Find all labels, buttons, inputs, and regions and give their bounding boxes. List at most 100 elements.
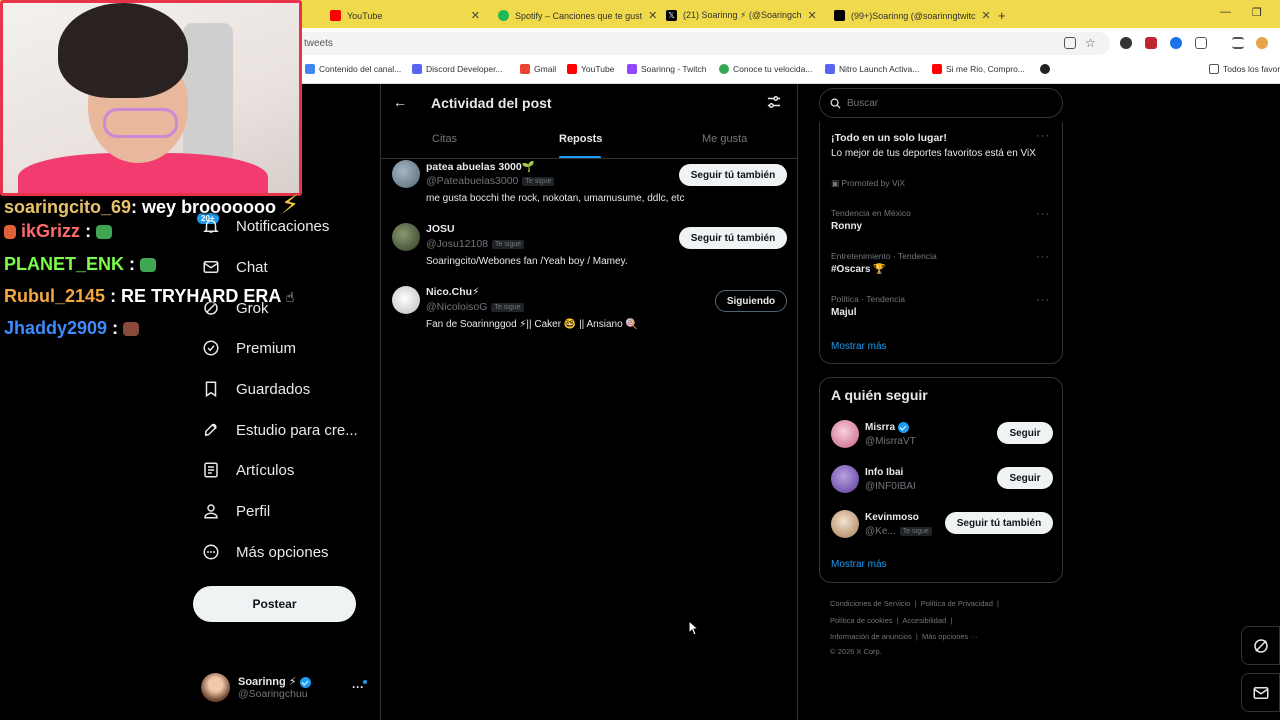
search-input[interactable]: Buscar <box>819 88 1063 118</box>
user-name: Misrra <box>865 422 896 433</box>
follows-you-badge: Te sigue <box>491 302 524 312</box>
follow-button[interactable]: Seguir <box>997 467 1053 489</box>
account-switcher[interactable]: Soarinng ⚡ @Soaringchuu <box>201 673 311 702</box>
user-row[interactable]: Nico.Chu⚡ @NicoloisoG Te sigue Fan de Soa… <box>381 286 797 346</box>
profile-icon[interactable] <box>1256 37 1268 49</box>
install-icon[interactable] <box>1064 37 1076 49</box>
footer-link[interactable]: Información de anuncios <box>830 632 912 641</box>
user-name: JOSU <box>426 223 455 235</box>
tab-tiktok[interactable]: (99+)Soarinng (@soarinngtwitc ✕ <box>826 3 992 28</box>
stream-chat-line: Rubul_2145 : RE TRYHARD ERA ☝ <box>4 286 294 307</box>
tab-spotify[interactable]: Spotify – Canciones que te gust ✕ <box>490 3 656 28</box>
trend-title[interactable]: #Oscars 🏆 <box>831 264 886 275</box>
tab-x-soarinng[interactable]: 𝕏 (21) Soarinng ⚡ (@Soaringch ✕ <box>658 3 824 28</box>
close-icon[interactable]: ✕ <box>648 9 656 22</box>
show-more-link[interactable]: Mostrar más <box>831 559 887 570</box>
folder-icon <box>1209 64 1219 74</box>
user-row[interactable]: patea abuelas 3000🌱 @Pateabuelas3000 Te s… <box>381 160 797 220</box>
promo-text: Lo mejor de tus deportes favoritos está … <box>831 148 1036 159</box>
nav-mas-opciones[interactable]: Más opciones <box>202 543 329 561</box>
footer-link[interactable]: Política de Privacidad <box>921 599 993 608</box>
show-more-link[interactable]: Mostrar más <box>831 341 887 352</box>
footer-link[interactable]: Más opciones ··· <box>922 632 978 641</box>
trend-title[interactable]: Ronny <box>831 221 862 232</box>
emote-icon <box>96 225 113 240</box>
promo-title[interactable]: ¡Todo en un solo lugar! <box>831 132 947 144</box>
bookmark[interactable]: Discord Developer... <box>412 64 503 74</box>
nav-articulos[interactable]: Artículos <box>202 461 294 479</box>
nav-guardados[interactable]: Guardados <box>202 380 310 398</box>
tab-me-gusta[interactable]: Me gusta <box>702 133 747 145</box>
menu-icon[interactable] <box>1232 37 1244 49</box>
account-name: Soarinng ⚡ <box>238 676 297 688</box>
star-icon[interactable]: ☆ <box>1085 37 1097 49</box>
following-button[interactable]: Siguiendo <box>715 290 787 312</box>
more-icon[interactable]: ··· <box>1036 130 1050 142</box>
suggested-user[interactable]: Misrra @MisrraVT Seguir <box>831 420 1053 452</box>
tab-citas[interactable]: Citas <box>432 133 457 145</box>
grok-icon <box>1253 638 1268 653</box>
puzzle-icon[interactable] <box>1195 37 1207 49</box>
bookmark[interactable]: YouTube <box>567 64 614 74</box>
nav-estudio[interactable]: Estudio para cre... <box>202 421 358 439</box>
extension-icon[interactable] <box>1145 37 1157 49</box>
tab-youtube[interactable]: YouTube ✕ <box>322 3 488 28</box>
nav-chat[interactable]: Chat <box>202 258 268 276</box>
nav-perfil[interactable]: Perfil <box>202 502 270 520</box>
grok-float-button[interactable] <box>1241 626 1280 665</box>
footer-link[interactable]: Política de cookies <box>830 616 893 625</box>
all-bookmarks[interactable]: Todos los favor <box>1209 64 1280 74</box>
tab-reposts[interactable]: Reposts <box>559 133 602 145</box>
follow-back-button[interactable]: Seguir tú también <box>679 227 787 249</box>
person-icon <box>202 502 220 520</box>
more-icon[interactable]: ··· <box>1036 208 1050 220</box>
suggested-user[interactable]: Info Ibai @INF0IBAI Seguir <box>831 465 1053 497</box>
footer-link[interactable]: Accesibilidad <box>902 616 946 625</box>
bookmark[interactable]: Nitro Launch Activa... <box>825 64 919 74</box>
nav-label: Chat <box>236 258 268 276</box>
bookmark[interactable]: Contenido del canal... <box>305 64 401 74</box>
close-icon[interactable]: ✕ <box>808 9 817 22</box>
messages-float-button[interactable] <box>1241 673 1280 712</box>
maximize-icon[interactable]: ❐ <box>1252 6 1262 19</box>
trend-title[interactable]: Majul <box>831 307 857 318</box>
avatar <box>392 223 420 251</box>
nav-label: Notificaciones <box>236 217 330 235</box>
bookmark[interactable] <box>1040 64 1050 74</box>
suggested-user[interactable]: Kevinmoso @Ke... Te sigue Seguir tú tambi… <box>831 510 1053 542</box>
trend-meta: Política · Tendencia <box>831 294 906 304</box>
post-button[interactable]: Postear <box>193 586 356 622</box>
mouse-cursor-icon <box>688 620 700 636</box>
more-icon[interactable]: ··· <box>1036 294 1050 306</box>
bookmark[interactable]: Gmail <box>520 64 556 74</box>
follow-back-button[interactable]: Seguir tú también <box>945 512 1053 534</box>
back-arrow-icon[interactable]: ← <box>393 94 407 110</box>
more-icon[interactable]: ··· <box>1036 251 1050 263</box>
chat-message: : <box>112 318 119 338</box>
close-icon[interactable]: ✕ <box>471 9 480 22</box>
follow-back-button[interactable]: Seguir tú también <box>679 164 787 186</box>
url-field[interactable]: tweets <box>270 32 1110 55</box>
lightning-icon: ⚡ <box>281 189 300 219</box>
user-name: patea abuelas 3000🌱 <box>426 161 535 173</box>
follow-button[interactable]: Seguir <box>997 422 1053 444</box>
footer-link[interactable]: Condiciones de Servicio <box>830 599 910 608</box>
user-row[interactable]: JOSU @Josu12108 Te sigue Soaringcito/Webo… <box>381 223 797 283</box>
bookmark[interactable]: Si me Rio, Compro... <box>932 64 1025 74</box>
search-placeholder: Buscar <box>847 97 879 109</box>
minimize-icon[interactable]: — <box>1220 6 1231 18</box>
extension-icon[interactable] <box>1120 37 1132 49</box>
extension-icon[interactable] <box>1170 37 1182 49</box>
new-tab-button[interactable]: + <box>990 3 1010 28</box>
youtube-icon <box>567 64 577 74</box>
bookmark[interactable]: Soarinng - Twitch <box>627 64 707 74</box>
bookmark[interactable]: Conoce tu velocida... <box>719 64 812 74</box>
tiktok-icon <box>834 10 845 21</box>
user-handle: @Ke... <box>865 526 896 537</box>
nav-premium[interactable]: Premium <box>202 339 296 357</box>
bookmark-label: Nitro Launch Activa... <box>839 64 920 74</box>
nav-label: Más opciones <box>236 543 329 561</box>
chat-message: : <box>129 254 136 274</box>
filter-settings-icon[interactable] <box>767 95 781 109</box>
streamer-hair <box>58 3 188 98</box>
